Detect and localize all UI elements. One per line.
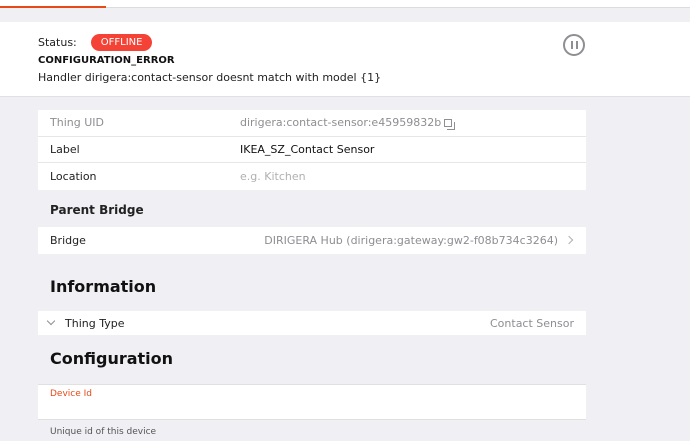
status-badge: OFFLINE	[90, 34, 153, 51]
bridge-row[interactable]: Bridge DIRIGERA Hub (dirigera:gateway:gw…	[38, 227, 586, 254]
thing-type-value: Contact Sensor	[490, 316, 574, 330]
information-title: Information	[50, 277, 157, 296]
parent-bridge-list: Bridge DIRIGERA Hub (dirigera:gateway:gw…	[38, 227, 586, 254]
status-error-message: Handler dirigera:contact-sensor doesnt m…	[38, 71, 382, 84]
device-id-field[interactable]: Device Id	[38, 384, 586, 420]
thing-properties-list: Thing UID dirigera:contact-sensor:e45959…	[38, 110, 586, 190]
bridge-value: DIRIGERA Hub (dirigera:gateway:gw2-f08b7…	[264, 233, 558, 247]
active-tab-indicator	[0, 6, 106, 8]
parent-bridge-title: Parent Bridge	[50, 203, 144, 217]
label-field-value[interactable]: IKEA_SZ_Contact Sensor	[240, 143, 374, 156]
information-list: Thing Type Contact Sensor	[38, 311, 586, 335]
pause-icon[interactable]	[563, 34, 585, 56]
location-row[interactable]: Location e.g. Kitchen	[38, 163, 586, 190]
copy-icon[interactable]	[444, 119, 456, 131]
device-id-label: Device Id	[50, 389, 93, 399]
device-id-input[interactable]	[50, 401, 570, 417]
location-field-placeholder[interactable]: e.g. Kitchen	[240, 170, 306, 183]
status-card: Status: OFFLINE CONFIGURATION_ERROR Hand…	[0, 22, 690, 97]
chevron-down-icon[interactable]	[46, 316, 56, 326]
thing-uid-text: dirigera:contact-sensor:e45959832b	[240, 116, 442, 130]
status-error-code: CONFIGURATION_ERROR	[38, 55, 175, 66]
thing-uid-row: Thing UID dirigera:contact-sensor:e45959…	[38, 110, 586, 137]
thing-type-label: Thing Type	[65, 316, 125, 330]
label-row[interactable]: Label IKEA_SZ_Contact Sensor	[38, 137, 586, 163]
bridge-label: Bridge	[50, 233, 86, 247]
thing-uid-label: Thing UID	[50, 116, 104, 130]
device-id-help-text: Unique id of this device	[50, 427, 157, 437]
configuration-title: Configuration	[50, 349, 174, 368]
label-field-label: Label	[50, 142, 80, 156]
top-tab-bar	[0, 0, 690, 8]
chevron-right-icon	[564, 236, 574, 245]
location-field-label: Location	[50, 169, 97, 183]
status-row: Status: OFFLINE	[38, 34, 153, 51]
thing-type-row[interactable]: Thing Type Contact Sensor	[38, 311, 586, 335]
status-label: Status:	[38, 36, 77, 49]
thing-uid-value: dirigera:contact-sensor:e45959832b	[240, 116, 456, 131]
